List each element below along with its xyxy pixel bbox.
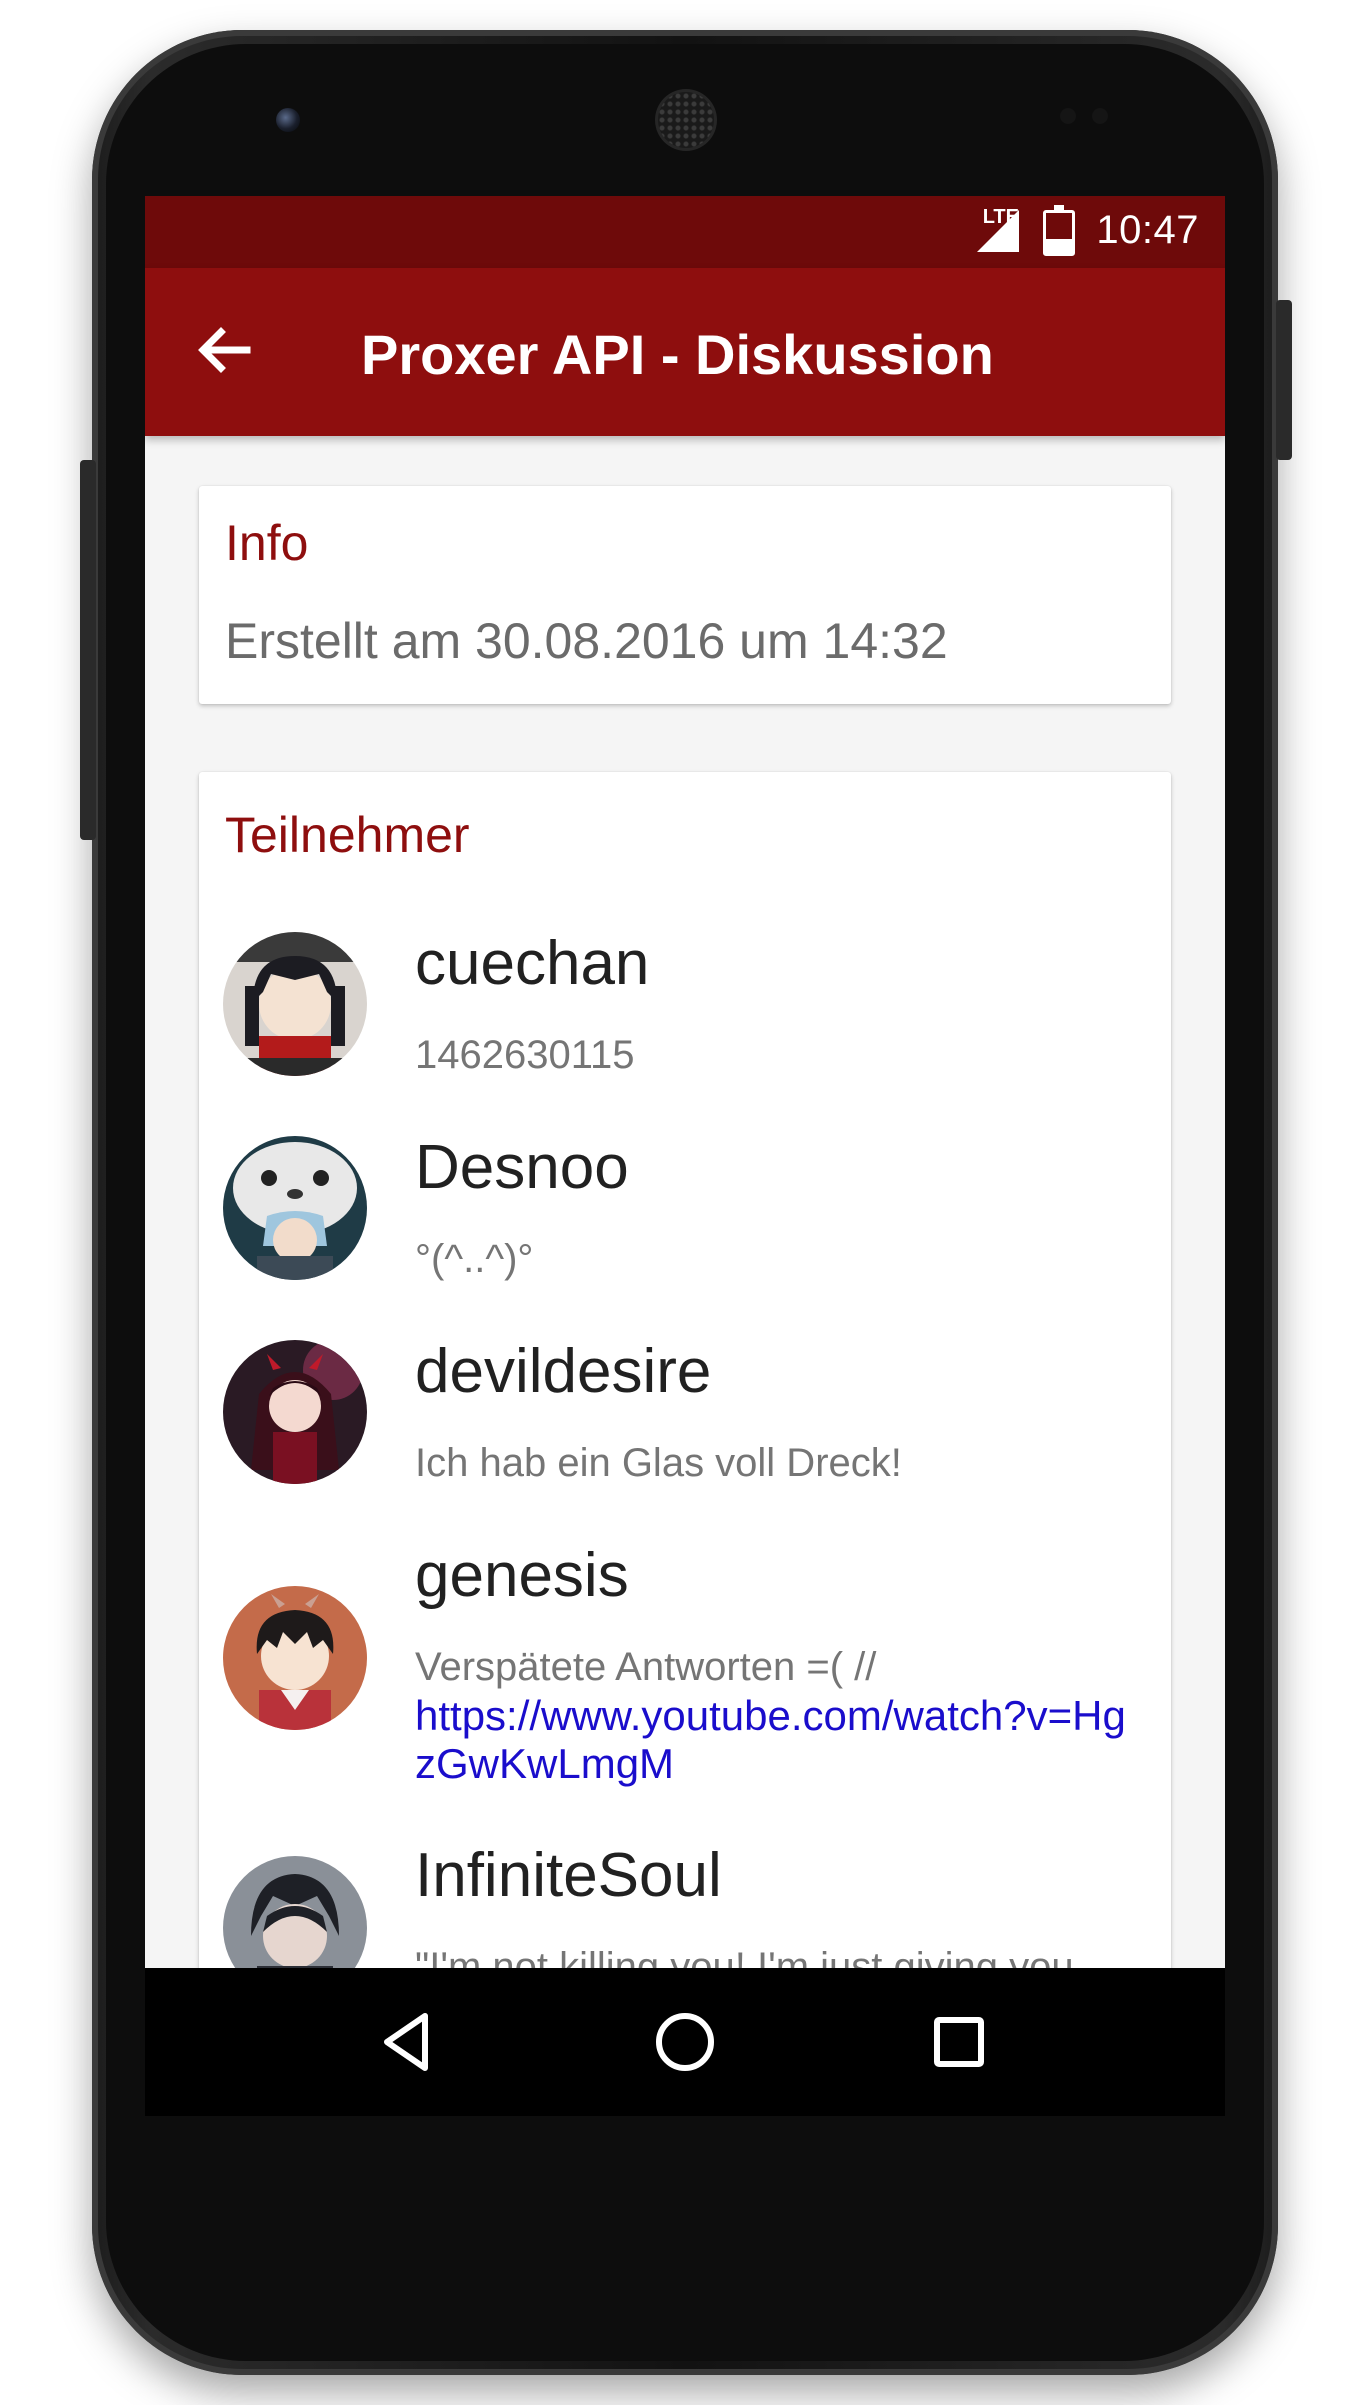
participant-name: Desnoo bbox=[415, 1133, 629, 1202]
avatar bbox=[223, 1586, 367, 1730]
front-camera bbox=[276, 108, 300, 132]
avatar bbox=[223, 1136, 367, 1280]
app-toolbar: Proxer API - Diskussion bbox=[145, 268, 1225, 436]
discussion-content[interactable]: Info Erstellt am 30.08.2016 um 14:32 Tei… bbox=[145, 436, 1225, 2020]
avatar bbox=[223, 932, 367, 1076]
info-card: Info Erstellt am 30.08.2016 um 14:32 bbox=[199, 486, 1171, 704]
status-time: 10:47 bbox=[1096, 208, 1199, 252]
navigation-bar bbox=[145, 1968, 1225, 2116]
nav-home-button[interactable] bbox=[645, 2002, 725, 2082]
back-button[interactable] bbox=[181, 310, 265, 394]
nav-recents-icon bbox=[934, 2017, 984, 2067]
youtube-link[interactable]: https://www.youtube.com/watch?v=HgzGwKwL… bbox=[415, 1692, 1135, 1788]
participants-card: Teilnehmer cuechan 1462630115 Desnoo °(^… bbox=[199, 772, 1171, 2020]
nav-back-button[interactable] bbox=[371, 2002, 451, 2082]
light-sensor bbox=[1092, 108, 1108, 124]
participant-status: Verspätete Antworten =( // https://www.y… bbox=[415, 1642, 1135, 1788]
page-title: Proxer API - Diskussion bbox=[361, 323, 994, 386]
battery-icon bbox=[1043, 205, 1075, 256]
signal-icon bbox=[977, 210, 1019, 252]
power-button bbox=[1276, 300, 1292, 460]
app-screen: LTE 10:47 Proxer API - Diskussion Info E… bbox=[145, 196, 1225, 2116]
participant-status: °(^..^)° bbox=[415, 1237, 534, 1281]
participant-name: genesis bbox=[415, 1541, 629, 1610]
created-date: Erstellt am 30.08.2016 um 14:32 bbox=[225, 613, 948, 669]
avatar bbox=[223, 1340, 367, 1484]
participant-status: 1462630115 bbox=[415, 1033, 635, 1077]
earpiece-speaker bbox=[658, 92, 714, 148]
participant-name: InfiniteSoul bbox=[415, 1841, 722, 1910]
nav-recents-button[interactable] bbox=[919, 2002, 999, 2082]
info-card-title: Info bbox=[225, 515, 309, 571]
proximity-sensor bbox=[1060, 108, 1076, 124]
arrow-back-icon bbox=[198, 327, 251, 373]
nav-back-icon bbox=[384, 2013, 428, 2071]
participant-name: cuechan bbox=[415, 929, 650, 998]
status-bar: LTE 10:47 bbox=[145, 196, 1225, 268]
participant-status: Ich hab ein Glas voll Dreck! bbox=[415, 1441, 902, 1485]
volume-button bbox=[80, 460, 96, 840]
nav-home-icon bbox=[656, 2013, 714, 2071]
participant-status-text: Verspätete Antworten =( // bbox=[415, 1645, 877, 1689]
participants-card-title: Teilnehmer bbox=[225, 807, 470, 863]
participant-name: devildesire bbox=[415, 1337, 712, 1406]
